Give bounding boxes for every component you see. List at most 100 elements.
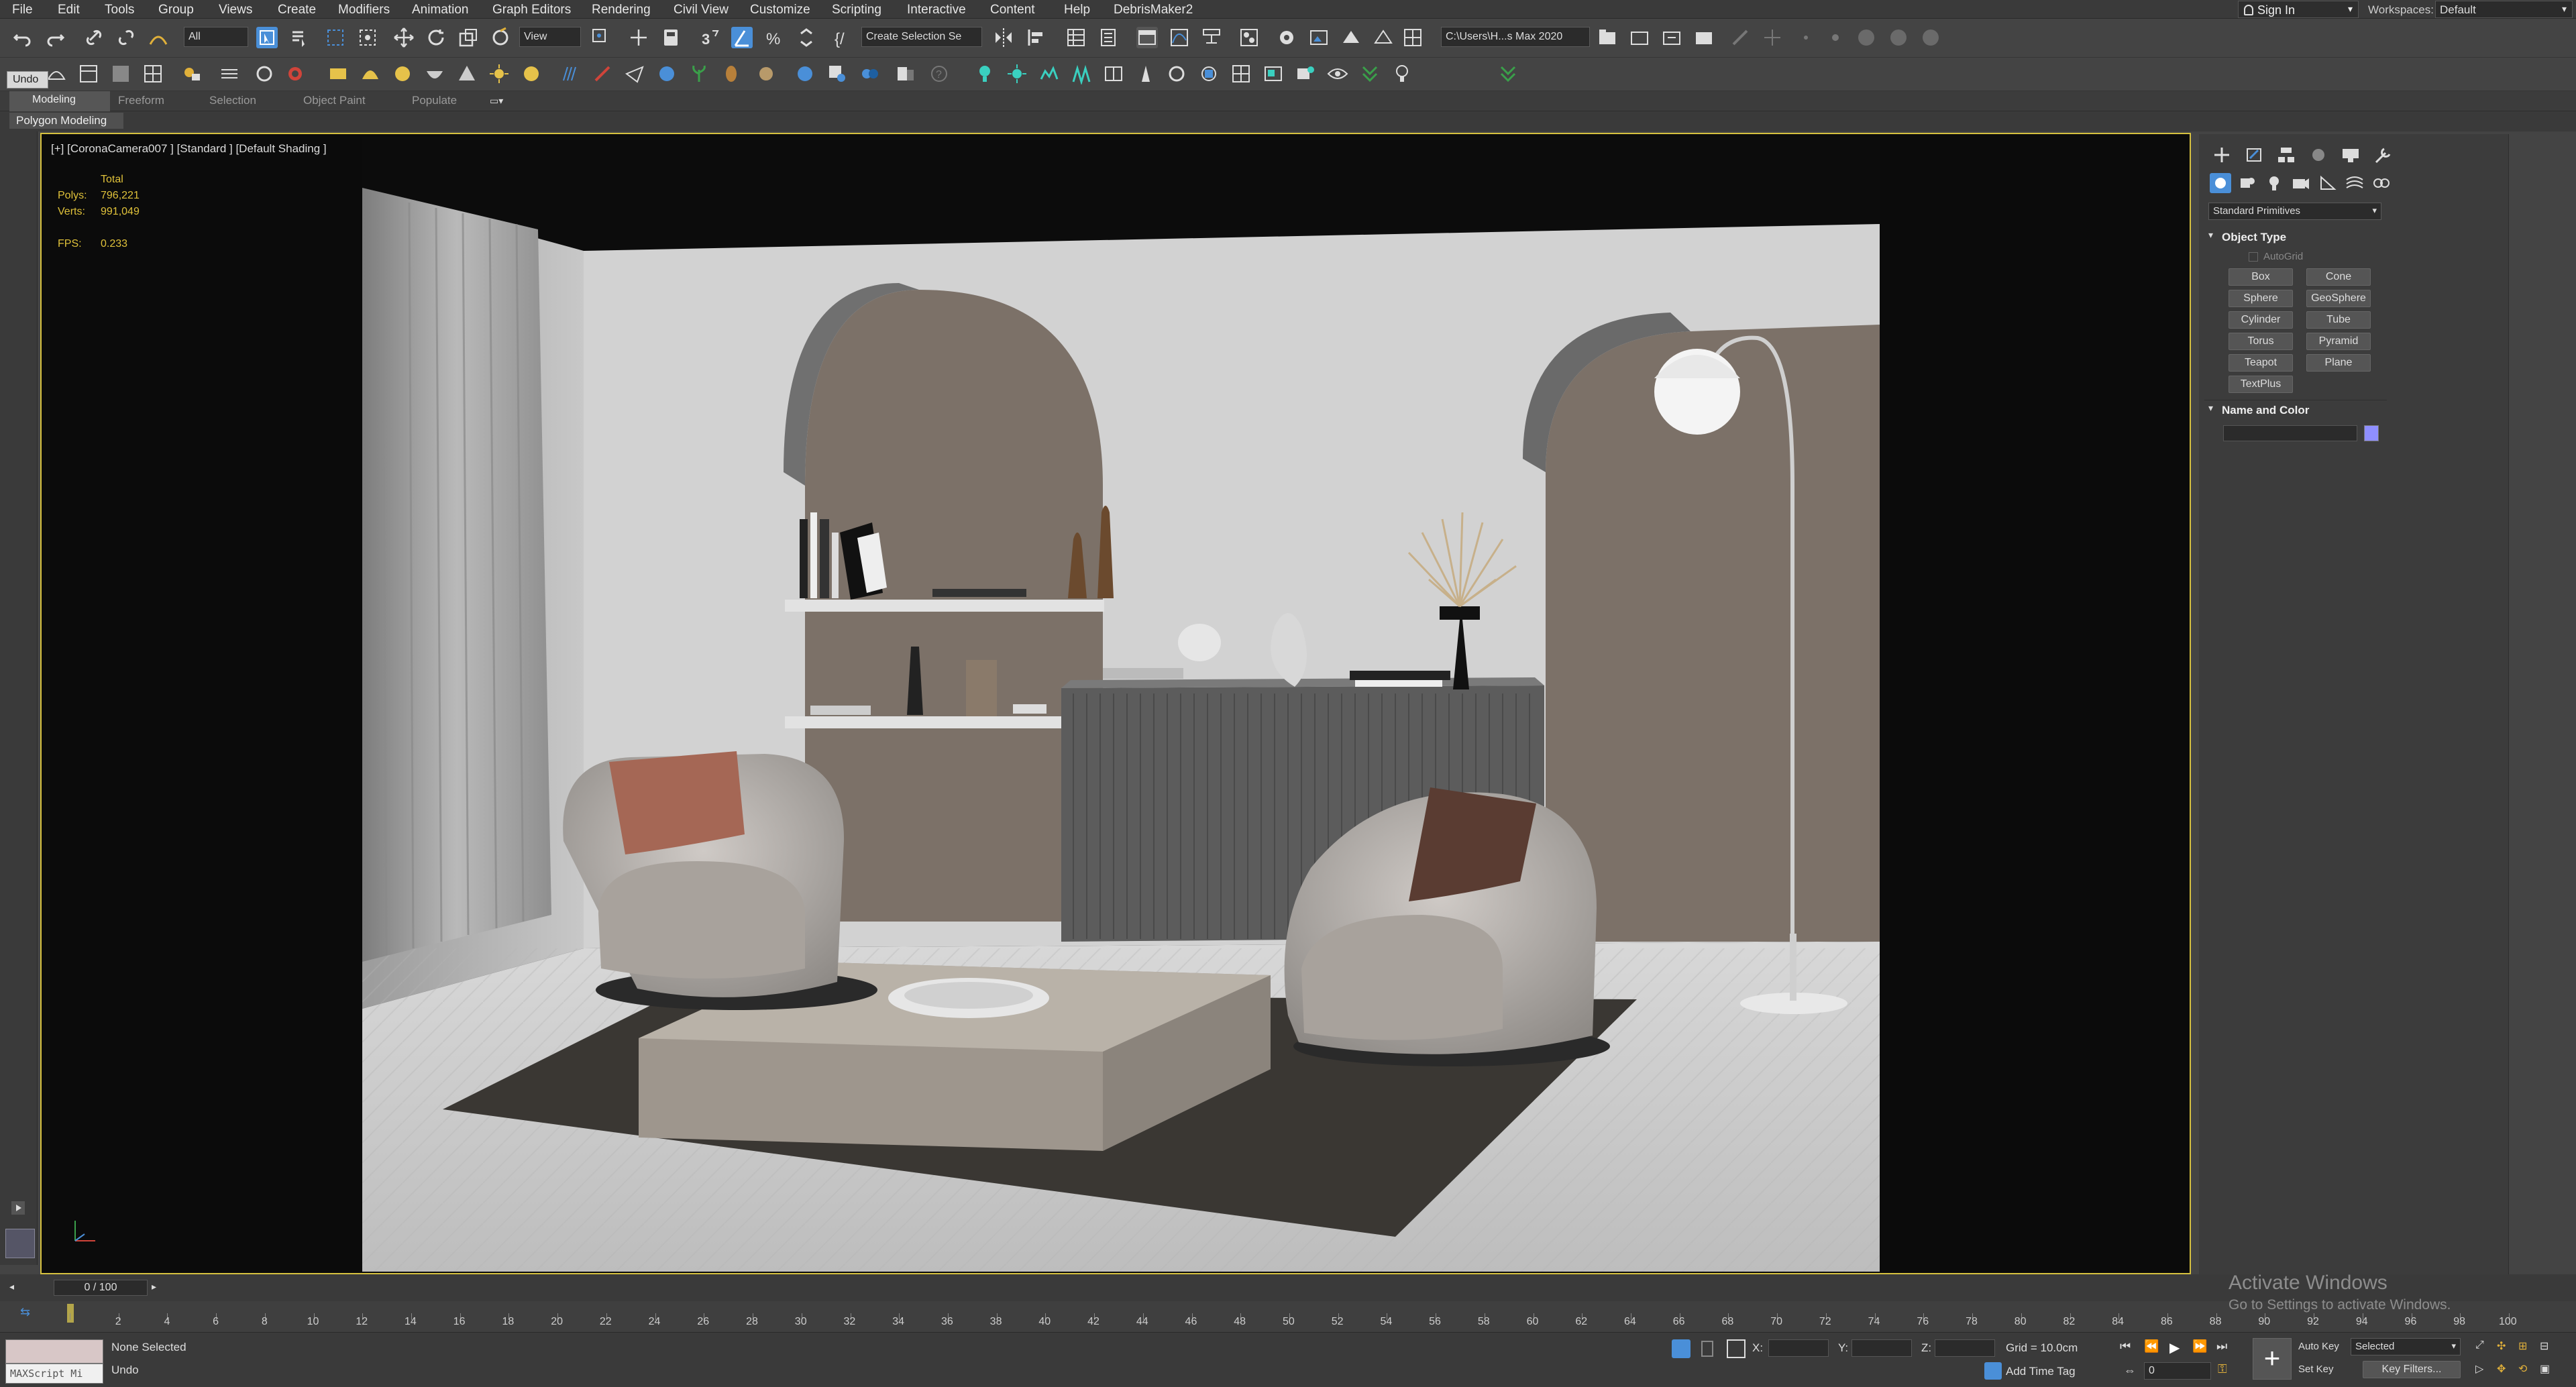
project-folder-dropdown[interactable]: C:\Users\H...s Max 2020 (1441, 27, 1590, 47)
tab-modeling[interactable]: Modeling (9, 91, 110, 111)
dome-primitive-icon[interactable] (360, 63, 381, 85)
cloner-icon[interactable] (254, 63, 275, 85)
selection-lock-icon[interactable] (1701, 1341, 1713, 1357)
key-mode-icon[interactable]: ⚿ (2218, 1362, 2235, 1380)
viewport-layout-icon[interactable] (78, 63, 99, 85)
circle-gray-icon[interactable] (1856, 27, 1877, 48)
modify-tab-icon[interactable] (2243, 145, 2265, 165)
rendered-frame-window-icon[interactable] (1308, 27, 1330, 48)
auto-key-button[interactable]: Auto Key (2298, 1341, 2339, 1352)
set-key-button[interactable]: Set Key (2298, 1364, 2334, 1375)
menu-animation[interactable]: Animation (412, 3, 469, 17)
rollout-collapse-icon[interactable]: ▾ (2208, 229, 2213, 241)
circle-gray-2-icon[interactable] (1888, 27, 1909, 48)
ray-icon[interactable] (624, 63, 645, 85)
set-key-big-icon[interactable]: + (2253, 1338, 2292, 1380)
y-coordinate-field[interactable] (1851, 1339, 1912, 1357)
geosphere-button[interactable]: GeoSphere (2306, 290, 2371, 307)
previous-frame-icon[interactable]: ⏪ (2144, 1339, 2163, 1357)
name-and-color-title[interactable]: Name and Color (2222, 404, 2309, 417)
corona-scatter-icon[interactable] (1038, 63, 1060, 85)
cone-button[interactable]: Cone (2306, 268, 2371, 286)
window-crossing-icon[interactable] (357, 27, 378, 48)
corona-interactive-icon[interactable] (1295, 63, 1316, 85)
corona-material-icon[interactable] (859, 63, 880, 85)
select-manipulate-icon[interactable] (628, 27, 649, 48)
menu-modifiers[interactable]: Modifiers (338, 3, 390, 17)
render-production-icon[interactable] (1340, 27, 1362, 48)
zoom-all-icon[interactable]: ✣ (2497, 1339, 2513, 1355)
help-circle-icon[interactable]: ? (928, 63, 950, 85)
time-config-icon[interactable]: ⇔ (2124, 1364, 2139, 1380)
move-icon[interactable] (393, 27, 415, 48)
dot-medium-icon[interactable] (1825, 27, 1846, 48)
utilities-tab-icon[interactable] (2372, 145, 2394, 165)
menu-content[interactable]: Content (990, 3, 1035, 17)
mirror-icon[interactable] (993, 27, 1014, 48)
menu-graph-editors[interactable]: Graph Editors (492, 3, 571, 17)
globe-icon[interactable] (794, 63, 816, 85)
save-folder-icon[interactable] (1629, 27, 1650, 48)
object-type-title[interactable]: Object Type (2222, 231, 2286, 244)
geometry-icon[interactable] (2210, 173, 2231, 193)
layer-explorer-icon[interactable] (1097, 27, 1119, 48)
angle-snap-icon[interactable] (731, 27, 753, 48)
material-editor-icon[interactable] (1238, 27, 1260, 48)
sky-light-icon[interactable] (521, 63, 542, 85)
corona-camera-icon[interactable] (1135, 63, 1157, 85)
corona-rotate-icon[interactable] (1166, 63, 1187, 85)
time-tag-icon[interactable] (1984, 1362, 2002, 1380)
polygon-modeling-label[interactable]: Polygon Modeling (9, 113, 123, 129)
tab-populate[interactable]: Populate (412, 94, 457, 107)
menu-create[interactable]: Create (278, 3, 316, 17)
display-tab-icon[interactable] (2340, 145, 2361, 165)
rollout-collapse-icon[interactable]: ▾ (2208, 402, 2213, 414)
menu-file[interactable]: File (12, 3, 33, 17)
align-icon[interactable] (1025, 27, 1046, 48)
curve-editor-icon[interactable] (1169, 27, 1190, 48)
sphere-button[interactable]: Sphere (2229, 290, 2293, 307)
tab-object-paint[interactable]: Object Paint (303, 94, 366, 107)
spinner-snap-icon[interactable] (796, 27, 817, 48)
go-to-start-icon[interactable]: ⏮ (2120, 1339, 2139, 1357)
cylinder-button[interactable]: Cylinder (2229, 311, 2293, 329)
menu-tools[interactable]: Tools (105, 3, 134, 17)
viewport-label[interactable]: [+] [CoronaCamera007 ] [Standard ] [Defa… (51, 142, 327, 156)
torus-button[interactable]: Torus (2229, 333, 2293, 350)
keyboard-shortcut-override-icon[interactable] (660, 27, 682, 48)
time-slider[interactable]: 0 / 100 (54, 1280, 148, 1296)
corona-proxy-icon[interactable] (826, 63, 848, 85)
pan-view-icon[interactable]: ✥ (2497, 1362, 2513, 1378)
workspaces-dropdown[interactable]: Default ▾ (2435, 1, 2573, 18)
cone-primitive-icon[interactable] (456, 63, 478, 85)
orbit-icon[interactable]: ⟲ (2518, 1362, 2534, 1378)
unlink-icon[interactable] (115, 27, 137, 48)
viewport[interactable]: [+] [CoronaCamera007 ] [Standard ] [Defa… (40, 133, 2191, 1274)
maximize-viewport-icon[interactable]: ▣ (2540, 1362, 2556, 1378)
helpers-icon[interactable] (2317, 173, 2339, 193)
add-time-tag[interactable]: Add Time Tag (2006, 1365, 2076, 1378)
maxscript-mini-listener[interactable]: MAXScript Mi (5, 1364, 103, 1384)
snaps-toggle-icon[interactable]: 3 (699, 27, 720, 48)
pinecone-icon[interactable] (720, 63, 742, 85)
decal-icon[interactable] (592, 63, 613, 85)
plant-icon[interactable] (688, 63, 710, 85)
corona-light-icon[interactable] (974, 63, 996, 85)
select-object-icon[interactable] (256, 27, 278, 48)
corona-sun-icon[interactable] (1006, 63, 1028, 85)
go-to-end-icon[interactable]: ⏭ (2216, 1339, 2235, 1357)
tab-freeform[interactable]: Freeform (118, 94, 164, 107)
named-selection-dropdown[interactable]: Create Selection Se (861, 27, 982, 47)
expand-more-icon[interactable] (1497, 63, 1519, 85)
menu-interactive[interactable]: Interactive (907, 3, 966, 17)
tab-selection[interactable]: Selection (209, 94, 256, 107)
hair-icon[interactable] (559, 63, 581, 85)
reference-coordinate-dropdown[interactable]: View (519, 27, 581, 47)
dot-small-icon[interactable] (1795, 27, 1817, 48)
project-folder-icon[interactable] (1693, 27, 1715, 48)
render-online-icon[interactable] (1402, 27, 1424, 48)
x-coordinate-field[interactable] (1768, 1339, 1829, 1357)
corona-frame-icon[interactable] (1263, 63, 1284, 85)
menu-help[interactable]: Help (1064, 3, 1090, 17)
corona-proxy-book-icon[interactable] (1103, 63, 1124, 85)
